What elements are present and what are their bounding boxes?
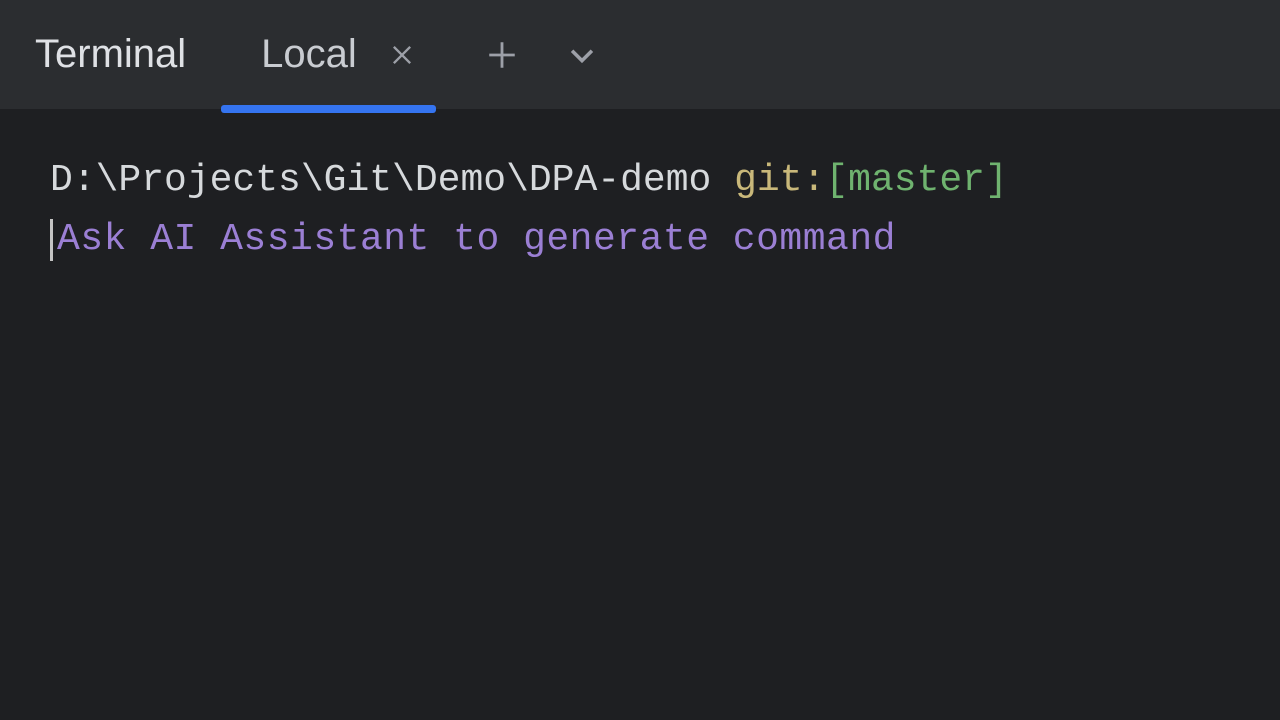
branch-bracket-open: [ (825, 155, 848, 206)
tab-label: Local (261, 32, 357, 77)
terminal-title: Terminal (35, 32, 186, 77)
tab-local[interactable]: Local (251, 0, 477, 109)
command-input-line[interactable]: Ask AI Assistant to generate command (50, 214, 1230, 265)
close-tab-icon[interactable] (377, 30, 427, 80)
git-label: git: (711, 155, 825, 206)
terminal-header: Terminal Local (0, 0, 1280, 110)
dropdown-icon[interactable] (557, 30, 607, 80)
text-cursor (50, 219, 53, 261)
git-branch: master (848, 155, 985, 206)
branch-bracket-close: ] (985, 155, 1008, 206)
active-tab-indicator (221, 105, 436, 113)
prompt-line: D:\Projects\Git\Demo\DPA-demo git: [ mas… (50, 155, 1230, 206)
ai-placeholder: Ask AI Assistant to generate command (57, 214, 896, 265)
terminal-output[interactable]: D:\Projects\Git\Demo\DPA-demo git: [ mas… (0, 110, 1280, 311)
current-path: D:\Projects\Git\Demo\DPA-demo (50, 155, 711, 206)
new-tab-icon[interactable] (477, 30, 527, 80)
